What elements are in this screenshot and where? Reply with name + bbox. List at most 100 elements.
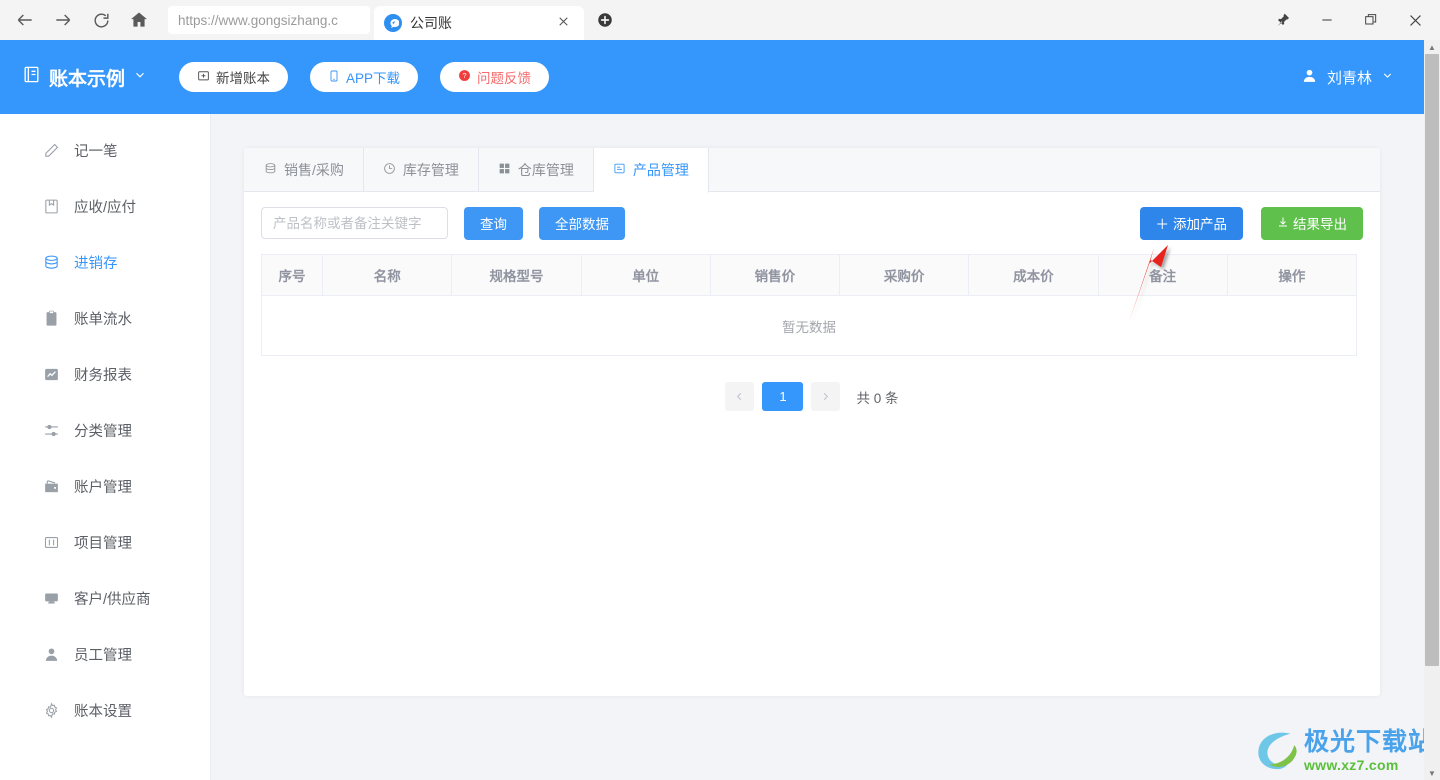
close-window-icon[interactable] bbox=[1396, 3, 1434, 37]
app-download-button[interactable]: APP下载 bbox=[310, 62, 419, 92]
column-header-cost-price[interactable]: 成本价 bbox=[968, 254, 1099, 296]
product-table: 序号 名称 规格型号 单位 销售价 采购价 成本价 备注 操作 暂无数据 bbox=[260, 254, 1358, 356]
column-header-index[interactable]: 序号 bbox=[260, 254, 324, 296]
clock-icon bbox=[383, 162, 396, 178]
sidebar-item-receivable-payable[interactable]: 应收/应付 bbox=[0, 178, 210, 234]
product-toolbar: 查询 全部数据 ＋ 添加产品 结果导出 bbox=[244, 192, 1380, 254]
page-scrollbar[interactable]: ▲ ▼ bbox=[1424, 40, 1440, 780]
grid-icon bbox=[498, 162, 511, 178]
sidebar-item-label: 客户/供应商 bbox=[74, 591, 151, 608]
scrollbar-thumb[interactable] bbox=[1425, 54, 1439, 666]
add-book-icon bbox=[197, 69, 210, 85]
scrollbar-up-arrow[interactable]: ▲ bbox=[1424, 40, 1440, 54]
tab-product-management[interactable]: 产品管理 bbox=[593, 148, 709, 193]
forward-arrow-icon[interactable] bbox=[46, 3, 80, 37]
watermark-title: 极光下载站 bbox=[1303, 728, 1434, 756]
watermark: 极光下载站 www.xz7.com bbox=[1254, 728, 1434, 772]
pagination-prev-button[interactable] bbox=[725, 382, 755, 411]
query-button[interactable]: 查询 bbox=[464, 206, 523, 240]
pagination-page-1[interactable]: 1 bbox=[762, 382, 804, 411]
sidebar-item-customer-supplier[interactable]: 客户/供应商 bbox=[0, 570, 210, 626]
pagination-next-button[interactable] bbox=[811, 382, 841, 411]
tab-label: 仓库管理 bbox=[517, 161, 574, 178]
app-header: 账本示例 新增账本 APP下载 ? 问题反馈 刘青林 bbox=[0, 40, 1424, 114]
database-icon bbox=[264, 162, 277, 178]
empty-state-text: 暂无数据 bbox=[261, 295, 1357, 356]
add-product-label: 添加产品 bbox=[1173, 217, 1227, 232]
user-name: 刘青林 bbox=[1326, 69, 1372, 87]
minimize-icon[interactable] bbox=[1308, 3, 1346, 37]
maximize-icon[interactable] bbox=[1352, 3, 1390, 37]
column-header-sale-price[interactable]: 销售价 bbox=[709, 254, 841, 296]
watermark-text: 极光下载站 www.xz7.com bbox=[1303, 728, 1434, 773]
app-download-label: APP下载 bbox=[346, 71, 401, 86]
download-icon bbox=[1277, 216, 1289, 231]
sidebar-item-label: 分类管理 bbox=[74, 423, 132, 440]
book-icon bbox=[22, 65, 41, 90]
ledger-selector[interactable]: 账本示例 bbox=[22, 64, 147, 91]
sidebar-item-record[interactable]: 记一笔 bbox=[0, 122, 210, 178]
pin-icon[interactable] bbox=[1264, 3, 1302, 37]
search-input[interactable] bbox=[261, 207, 448, 239]
back-arrow-icon[interactable] bbox=[8, 3, 42, 37]
tab-warehouse-management[interactable]: 仓库管理 bbox=[478, 148, 594, 191]
table-empty-row: 暂无数据 bbox=[261, 295, 1357, 356]
sidebar-item-settings[interactable]: 账本设置 bbox=[0, 682, 210, 738]
all-data-button[interactable]: 全部数据 bbox=[539, 206, 625, 240]
sidebar-item-label: 记一笔 bbox=[74, 143, 118, 160]
sidebar-item-inventory[interactable]: 进销存 bbox=[0, 234, 210, 290]
sidebar: 记一笔 应收/应付 进销存 账单流水 财务报表 分类管理 账户管理 项目管理 客… bbox=[0, 114, 211, 780]
chevron-down-icon bbox=[1381, 69, 1394, 86]
tab-stock-management[interactable]: 库存管理 bbox=[363, 148, 479, 191]
feedback-button[interactable]: ? 问题反馈 bbox=[440, 62, 550, 92]
book-ledger-icon bbox=[42, 197, 60, 215]
column-header-purchase-price[interactable]: 采购价 bbox=[839, 254, 970, 296]
user-menu[interactable]: 刘青林 bbox=[1301, 67, 1394, 88]
column-header-name[interactable]: 名称 bbox=[322, 254, 453, 296]
browser-tab-title: 公司账 bbox=[410, 15, 452, 31]
sidebar-item-employee[interactable]: 员工管理 bbox=[0, 626, 210, 682]
add-ledger-button[interactable]: 新增账本 bbox=[179, 62, 289, 92]
main-content: 销售/采购 库存管理 仓库管理 产品管理 产品名称或者备注关键字 查询 全部数据… bbox=[211, 114, 1424, 780]
pagination: 1 共 0 条 bbox=[261, 382, 1363, 411]
pagination-total-text: 共 0 条 bbox=[856, 390, 899, 406]
clipboard-icon bbox=[42, 309, 60, 327]
sidebar-item-financial-report[interactable]: 财务报表 bbox=[0, 346, 210, 402]
window-controls bbox=[1264, 0, 1434, 40]
sidebar-item-bill-flow[interactable]: 账单流水 bbox=[0, 290, 210, 346]
tab-label: 产品管理 bbox=[632, 162, 689, 178]
browser-tab[interactable]: 公司账 bbox=[374, 6, 584, 40]
sidebar-item-label: 进销存 bbox=[74, 255, 118, 272]
sidebar-item-category[interactable]: 分类管理 bbox=[0, 402, 210, 458]
export-button[interactable]: 结果导出 bbox=[1261, 206, 1363, 240]
close-tab-icon[interactable] bbox=[553, 13, 574, 33]
sliders-icon bbox=[42, 421, 60, 439]
sidebar-item-label: 账本设置 bbox=[74, 703, 132, 720]
person-icon bbox=[42, 645, 60, 663]
export-label: 结果导出 bbox=[1293, 217, 1347, 232]
header-actions: 新增账本 APP下载 ? 问题反馈 bbox=[179, 62, 550, 92]
table-header-row: 序号 名称 规格型号 单位 销售价 采购价 成本价 备注 操作 bbox=[260, 254, 1358, 296]
column-header-actions[interactable]: 操作 bbox=[1226, 254, 1358, 296]
column-header-unit[interactable]: 单位 bbox=[580, 254, 711, 296]
sidebar-item-label: 员工管理 bbox=[74, 647, 132, 664]
toolbar-left-group: 查询 全部数据 bbox=[261, 206, 625, 240]
home-icon[interactable] bbox=[122, 3, 156, 37]
sidebar-item-account[interactable]: 账户管理 bbox=[0, 458, 210, 514]
layout-icon bbox=[42, 533, 60, 551]
chart-line-icon bbox=[42, 365, 60, 383]
plus-icon: ＋ bbox=[1155, 217, 1170, 232]
new-tab-icon[interactable] bbox=[594, 9, 616, 31]
reload-icon[interactable] bbox=[84, 3, 118, 37]
sidebar-item-label: 账单流水 bbox=[74, 311, 132, 328]
address-bar-text[interactable]: https://www.gongsizhang.c bbox=[168, 6, 370, 34]
sidebar-item-project[interactable]: 项目管理 bbox=[0, 514, 210, 570]
content-card: 销售/采购 库存管理 仓库管理 产品管理 产品名称或者备注关键字 查询 全部数据… bbox=[244, 148, 1380, 696]
column-header-spec[interactable]: 规格型号 bbox=[451, 254, 582, 296]
column-header-remark[interactable]: 备注 bbox=[1097, 254, 1228, 296]
add-product-button[interactable]: ＋ 添加产品 bbox=[1139, 206, 1243, 240]
pencil-icon bbox=[42, 141, 60, 159]
scrollbar-down-arrow[interactable]: ▼ bbox=[1424, 766, 1440, 780]
tab-sales-purchase[interactable]: 销售/采购 bbox=[244, 148, 364, 191]
address-bar[interactable]: https://www.gongsizhang.c bbox=[168, 6, 370, 34]
